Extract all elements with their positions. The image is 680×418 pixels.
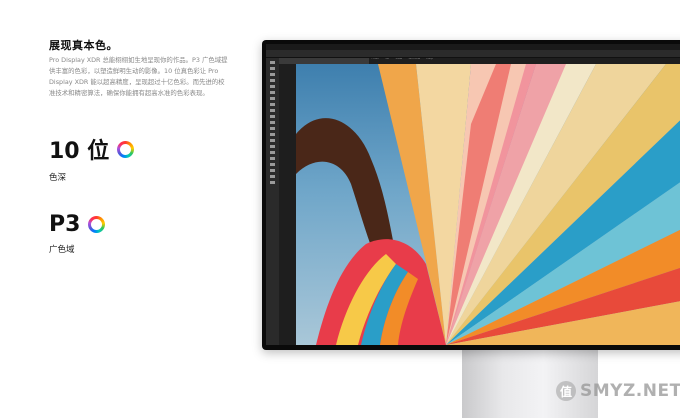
path-select-tool-icon[interactable] <box>270 157 275 160</box>
history-brush-tool-icon[interactable] <box>270 115 275 118</box>
color-wheel-icon <box>117 140 135 158</box>
shape-tool-icon[interactable] <box>270 163 275 166</box>
zoom-tool-icon[interactable] <box>270 175 275 178</box>
dodge-tool-icon[interactable] <box>270 139 275 142</box>
lasso-tool-icon[interactable] <box>270 73 275 76</box>
healing-tool-icon[interactable] <box>270 97 275 100</box>
photo-artwork <box>296 64 680 345</box>
tool-options-bar <box>266 50 680 58</box>
blur-tool-icon[interactable] <box>270 133 275 136</box>
watermark-logo-icon: 值 <box>556 381 576 401</box>
stat-color-gamut: P3 广色域 <box>49 212 106 255</box>
eyedropper-tool-icon[interactable] <box>270 91 275 94</box>
watermark-text: SMYZ.NET <box>580 381 680 401</box>
gradient-tool-icon[interactable] <box>270 127 275 130</box>
stat-label: 色深 <box>49 173 67 183</box>
page-title: 展现真本色。 <box>49 39 118 52</box>
color-wheel-icon <box>88 216 106 233</box>
site-watermark: 值 SMYZ.NET <box>556 381 680 401</box>
hand-tool-icon[interactable] <box>270 169 275 172</box>
move-tool-icon[interactable] <box>270 61 275 64</box>
type-tool-icon[interactable] <box>270 151 275 154</box>
quick-select-tool-icon[interactable] <box>270 79 275 82</box>
eraser-tool-icon[interactable] <box>270 121 275 124</box>
description-text: Pro Display XDR 总能栩栩如生地呈现你的作品。P3 广色域提供丰富… <box>49 56 228 97</box>
tools-panel <box>266 58 279 345</box>
stat-value: P3 <box>49 212 81 237</box>
color-swatch-icon[interactable] <box>270 181 275 184</box>
stamp-tool-icon[interactable] <box>270 109 275 112</box>
brush-tool-icon[interactable] <box>270 103 275 106</box>
stat-bit-depth: 10 位 色深 <box>49 133 135 183</box>
crop-tool-icon[interactable] <box>270 85 275 88</box>
marquee-tool-icon[interactable] <box>270 67 275 70</box>
stat-value: 10 位 <box>49 139 110 164</box>
stat-label: 广色域 <box>49 245 75 255</box>
monitor-screen: PhotoshopFileEditImageLayerTypeSelectFil… <box>266 44 680 345</box>
pen-tool-icon[interactable] <box>270 145 275 148</box>
monitor: PhotoshopFileEditImageLayerTypeSelectFil… <box>262 40 680 350</box>
photo-canvas[interactable] <box>296 64 680 345</box>
